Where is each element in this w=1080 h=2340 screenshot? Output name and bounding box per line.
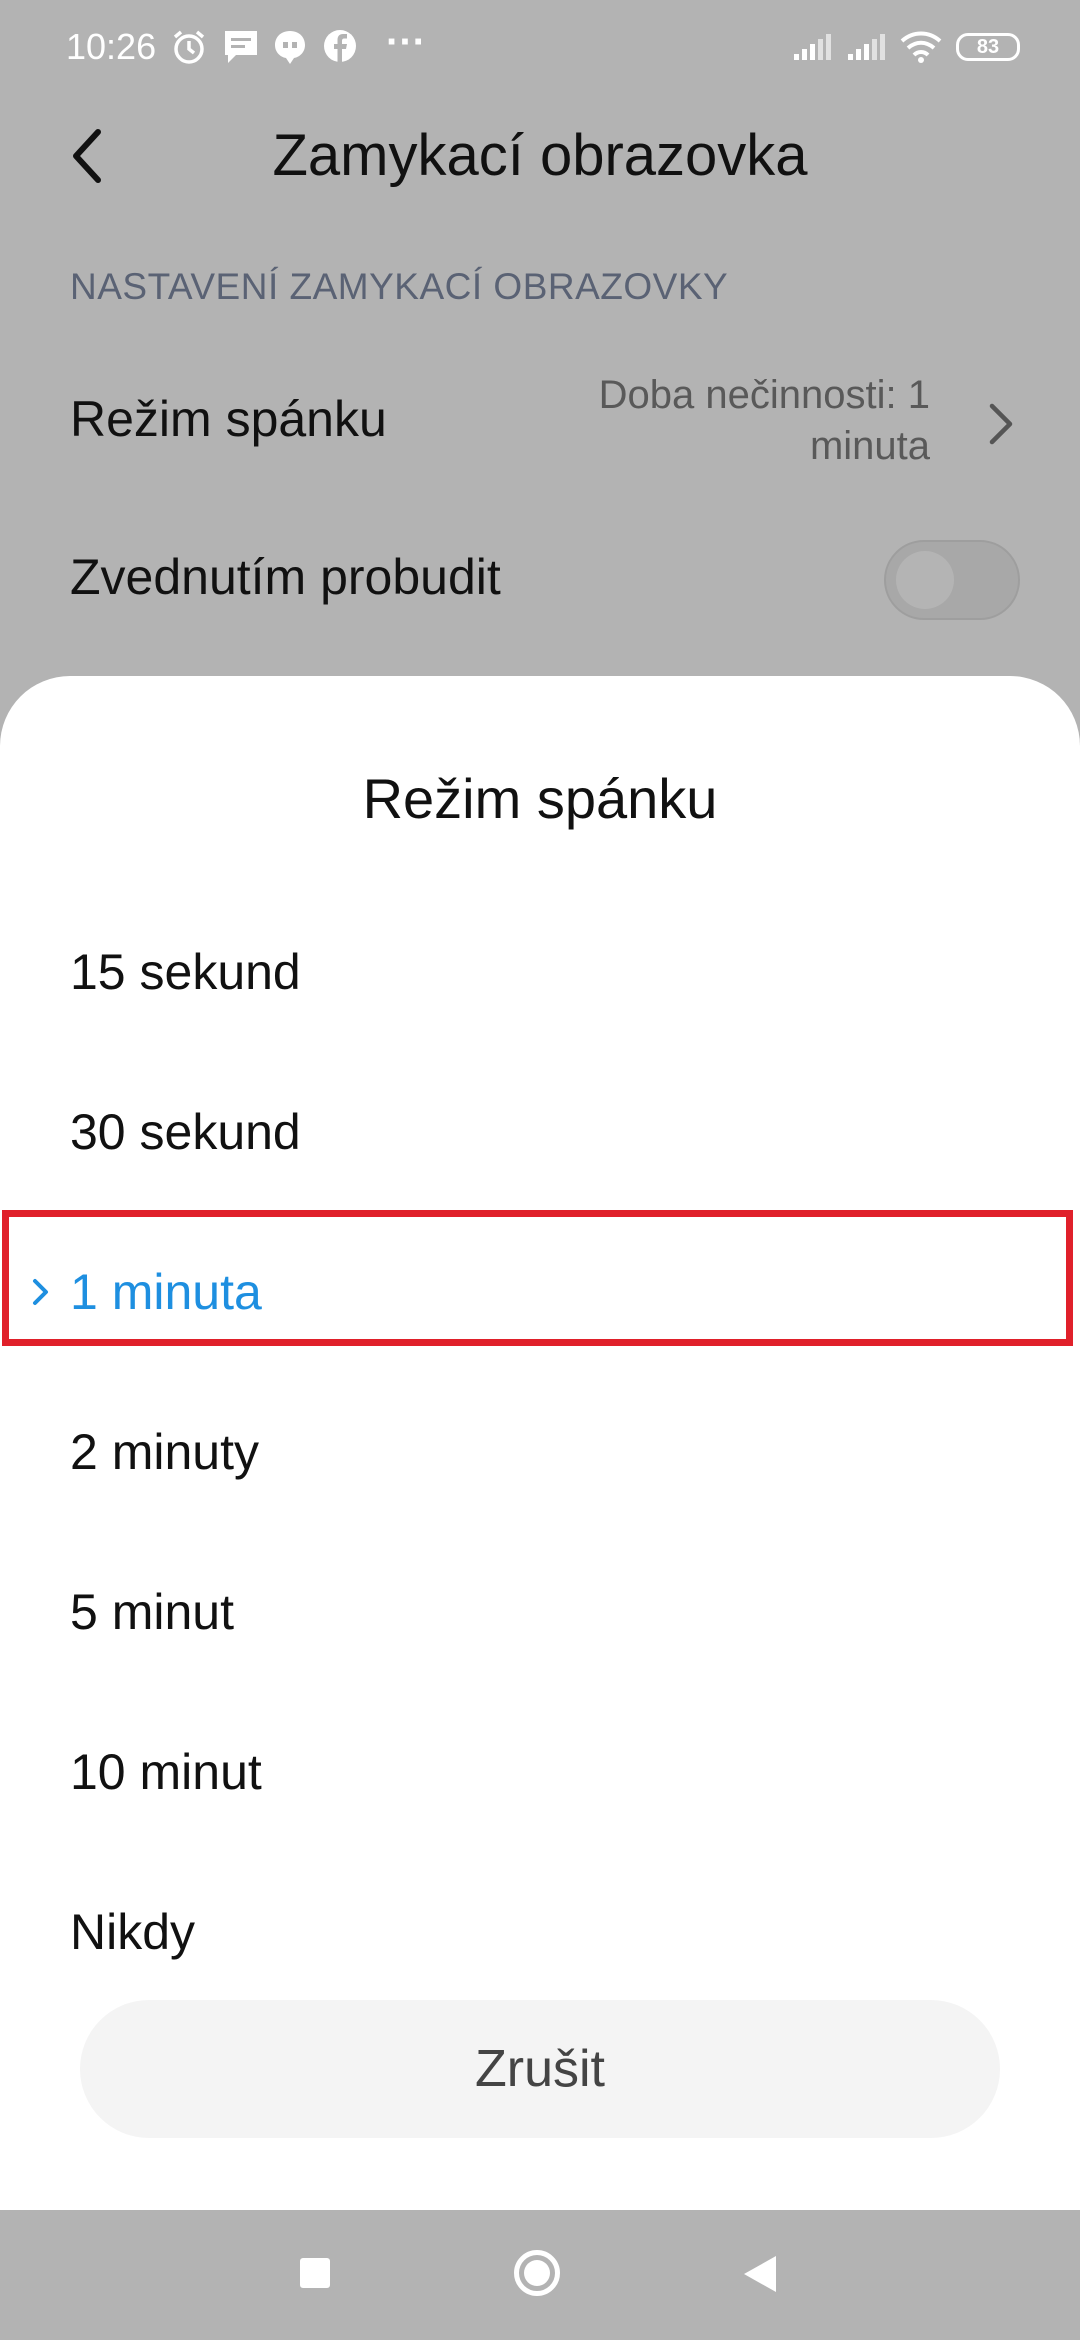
sleep-mode-label: Režim spánku [70,391,387,447]
facebook-icon [324,30,356,62]
option-label: 10 minut [70,1744,262,1800]
setting-sleep-mode[interactable]: Režim spánku Doba nečinnosti: 1 minuta [70,360,1020,480]
sleep-mode-value-line1: Doba nečinnosti: 1 [598,373,930,417]
home-icon[interactable] [514,2250,560,2296]
cancel-button[interactable]: Zrušit [80,2000,1000,2138]
chevron-right-icon [989,403,1013,445]
setting-raise-to-wake[interactable]: Zvednutím probudit [70,532,1020,632]
home-icon-inner [524,2260,550,2286]
signal-icon [794,34,831,60]
recent-apps-icon[interactable] [300,2258,330,2288]
status-bar: 10:26 ··· 83 [0,0,1080,96]
sleep-mode-value: Doba nečinnosti: 1 minuta [470,370,930,472]
highlight-box [2,1210,1073,1346]
sleep-mode-dialog: Režim spánku 15 sekund 30 sekund 1 minut… [0,676,1080,2210]
status-time: 10:26 [66,26,157,67]
wifi-icon [900,31,942,63]
raise-to-wake-label: Zvednutím probudit [70,549,501,605]
option-5-minutes[interactable]: 5 minut [0,1532,1080,1692]
option-label: 5 minut [70,1584,234,1640]
chat-bubble-icon [275,31,305,64]
sleep-mode-value-line2: minuta [809,424,930,468]
raise-to-wake-toggle[interactable] [884,540,1020,620]
option-label: Nikdy [70,1904,196,1960]
signal-icon-2 [848,34,885,60]
navigation-bar [0,2210,1080,2340]
battery-icon: 83 [956,33,1020,61]
nav-back-icon[interactable] [744,2256,776,2292]
alarm-icon [173,30,205,64]
option-label: 15 sekund [70,944,301,1000]
option-10-minutes[interactable]: 10 minut [0,1692,1080,1852]
option-label: 30 sekund [70,1104,301,1160]
section-header: NASTAVENÍ ZAMYKACÍ OBRAZOVKY [70,266,729,307]
more-dots-icon: ··· [386,20,426,64]
page-title: Zamykací obrazovka [272,123,808,188]
option-30-seconds[interactable]: 30 sekund [0,1052,1080,1212]
dialog-title: Režim spánku [362,767,718,830]
status-right-group: 83 [792,30,1020,64]
option-never[interactable]: Nikdy [0,1852,1080,2012]
message-icon [225,31,257,63]
option-2-minutes[interactable]: 2 minuty [0,1372,1080,1532]
option-label: 2 minuty [70,1424,259,1480]
toggle-knob [896,551,954,609]
option-15-seconds[interactable]: 15 sekund [0,892,1080,1052]
